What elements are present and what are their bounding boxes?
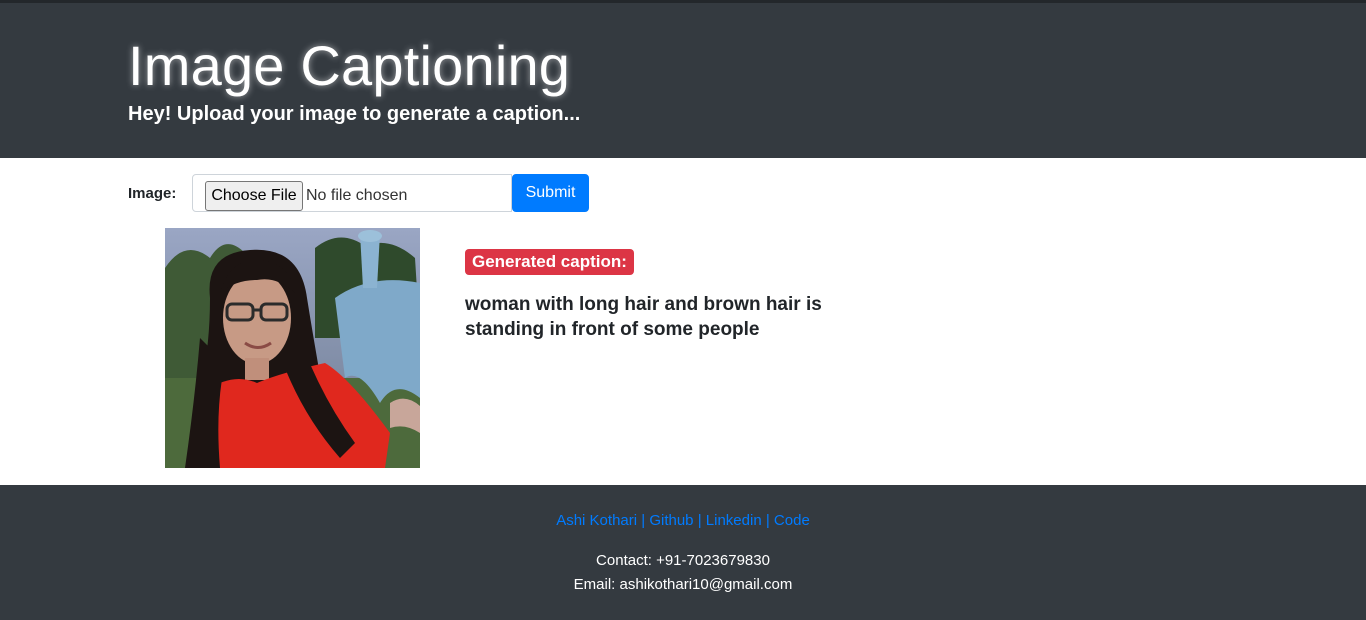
footer-links: Ashi Kothari | Github | Linkedin | Code <box>0 512 1366 529</box>
page-footer: Ashi Kothari | Github | Linkedin | Code … <box>0 485 1366 620</box>
footer-link-author[interactable]: Ashi Kothari <box>556 512 637 529</box>
page-header: Image Captioning Hey! Upload your image … <box>0 3 1366 158</box>
photo-illustration <box>165 228 420 468</box>
footer-link-linkedin[interactable]: Linkedin <box>706 512 762 529</box>
footer-link-github[interactable]: Github <box>649 512 693 529</box>
footer-separator: | <box>765 512 770 529</box>
generated-caption-badge: Generated caption: <box>465 249 634 275</box>
submit-button[interactable]: Submit <box>512 174 589 212</box>
generated-caption-text: woman with long hair and brown hair is s… <box>465 294 822 340</box>
footer-separator: | <box>697 512 702 529</box>
choose-file-button[interactable]: Choose File <box>205 181 303 211</box>
footer-separator: | <box>641 512 646 529</box>
footer-email: Email: ashikothari10@gmail.com <box>573 576 793 593</box>
image-file-input[interactable]: Choose File No file chosen <box>192 174 512 212</box>
footer-contact: Contact: +91-7023679830 <box>596 552 770 569</box>
uploaded-photo <box>165 228 420 468</box>
file-status-text: No file chosen <box>306 187 408 204</box>
page-subtitle: Hey! Upload your image to generate a cap… <box>128 103 581 125</box>
page-title: Image Captioning <box>128 34 571 97</box>
footer-link-code[interactable]: Code <box>774 512 810 529</box>
image-field-label: Image: <box>128 185 177 202</box>
